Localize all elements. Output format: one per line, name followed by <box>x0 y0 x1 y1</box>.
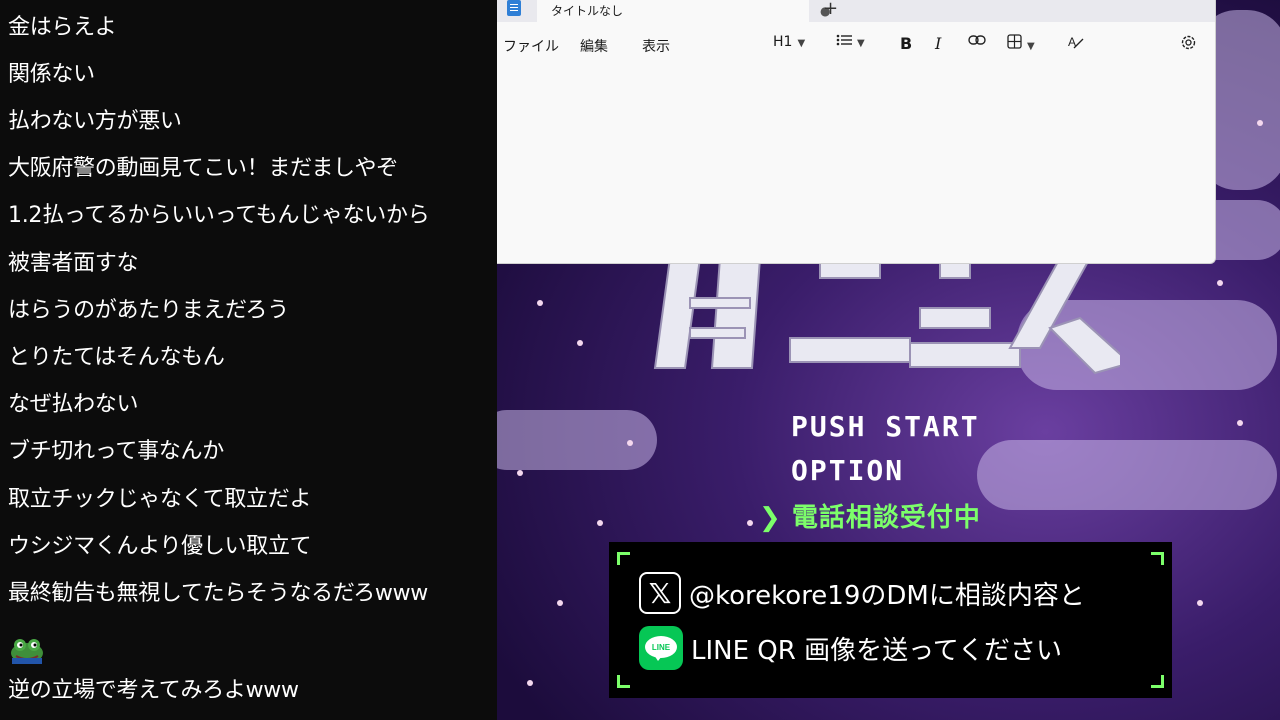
bold-button[interactable]: B <box>900 34 912 53</box>
cursor-arrow-icon: ❯ <box>759 503 782 533</box>
menu-edit[interactable]: 編集 <box>580 36 608 56</box>
menu-phone-consult[interactable]: ❯ 電話相談受付中 <box>759 497 981 534</box>
panel-corner <box>617 675 630 688</box>
petal-decoration <box>1237 420 1243 426</box>
notepad-app-icon <box>507 0 521 16</box>
petal-decoration <box>597 520 603 526</box>
chat-message: はらうのがあたりまえだろう <box>8 298 289 323</box>
heading-label: H1 <box>773 34 793 50</box>
chat-message: 関係ない <box>8 62 95 87</box>
petal-decoration <box>1257 120 1263 126</box>
chevron-down-icon: ▼ <box>1027 41 1035 52</box>
chat-panel: 金はらえよ 関係ない 払わない方が悪い 大阪府警の動画見てこい！まだましやぞ 1… <box>0 0 497 720</box>
menu-option[interactable]: OPTION <box>791 454 904 487</box>
list-dropdown[interactable]: ▼ <box>836 34 865 50</box>
notepad-window: タイトルなし ● + ファイル 編集 表示 H1 ▼ ▼ B I ▼ A <box>497 0 1216 264</box>
panel-row-x: 𝕏 @korekore19のDMに相談内容と <box>639 572 1085 614</box>
heading-dropdown[interactable]: H1 ▼ <box>773 34 805 50</box>
chat-message: 最終勧告も無視してたらそうなるだろwww <box>8 581 429 606</box>
petal-decoration <box>577 340 583 346</box>
tab-bar: タイトルなし ● + <box>497 0 1215 22</box>
panel-row-line: LINE LINE QR 画像を送ってください <box>639 626 1062 670</box>
petal-decoration <box>747 520 753 526</box>
link-icon <box>968 35 986 45</box>
table-icon <box>1007 34 1022 49</box>
menu-push-start[interactable]: PUSH START <box>791 410 980 443</box>
panel-line-1: @korekore19のDMに相談内容と <box>689 580 1085 611</box>
panel-line-2: LINE QR 画像を送ってください <box>691 635 1063 666</box>
settings-button[interactable] <box>1180 34 1197 55</box>
petal-decoration <box>1217 280 1223 286</box>
chat-message: 取立チックじゃなくて取立だよ <box>8 487 312 512</box>
chat-message: 1.2払ってるからいいってもんじゃないから <box>8 203 430 228</box>
chat-message: 金はらえよ <box>8 15 117 40</box>
info-panel: 𝕏 @korekore19のDMに相談内容と LINE LINE QR 画像を送… <box>609 542 1172 698</box>
toolbar: ファイル 編集 表示 H1 ▼ ▼ B I ▼ A <box>497 24 1215 64</box>
petal-decoration <box>517 470 523 476</box>
petal-decoration <box>627 440 633 446</box>
petal-decoration <box>527 680 533 686</box>
chat-message: 払わない方が悪い <box>8 109 182 134</box>
tab-untitled[interactable]: タイトルなし ● <box>537 0 830 22</box>
chat-message: ウシジマくんより優しい取立て <box>8 534 312 559</box>
line-logo-icon: LINE <box>639 626 683 670</box>
link-button[interactable] <box>968 34 986 50</box>
chevron-down-icon: ▼ <box>857 38 865 49</box>
panel-corner <box>1151 675 1164 688</box>
panel-corner <box>1151 552 1164 565</box>
cloud-decoration <box>497 410 657 470</box>
chat-message: ブチ切れって事なんか <box>8 439 224 464</box>
petal-decoration <box>557 600 563 606</box>
table-dropdown[interactable]: ▼ <box>1007 34 1035 53</box>
svg-text:LINE: LINE <box>652 643 671 652</box>
menu-active-label: 電話相談受付中 <box>791 503 981 533</box>
chat-message: とりたてはそんなもん <box>8 345 225 370</box>
tab-title: タイトルなし <box>551 4 624 18</box>
chevron-down-icon: ▼ <box>797 38 806 49</box>
petal-decoration <box>1197 600 1203 606</box>
petal-decoration <box>537 300 543 306</box>
menu-view[interactable]: 表示 <box>642 36 670 56</box>
list-icon <box>836 34 852 46</box>
chat-message: 逆の立場で考えてみろよwww <box>8 678 299 703</box>
frog-stamp-icon <box>11 639 43 664</box>
gear-icon <box>1181 35 1196 50</box>
panel-corner <box>617 552 630 565</box>
clear-format-icon: A <box>1068 35 1084 49</box>
clear-format-button[interactable]: A <box>1067 34 1084 54</box>
chat-message: なぜ払わない <box>8 392 139 417</box>
menu-file[interactable]: ファイル <box>503 36 559 56</box>
chat-message: 被害者面すな <box>8 251 139 276</box>
italic-button[interactable]: I <box>935 34 941 53</box>
new-tab-button[interactable]: + <box>823 0 838 19</box>
chat-message: 大阪府警の動画見てこい！まだましやぞ <box>8 156 398 181</box>
text-editor[interactable] <box>497 64 1215 263</box>
cloud-decoration <box>977 440 1277 510</box>
x-logo-icon: 𝕏 <box>639 572 681 614</box>
